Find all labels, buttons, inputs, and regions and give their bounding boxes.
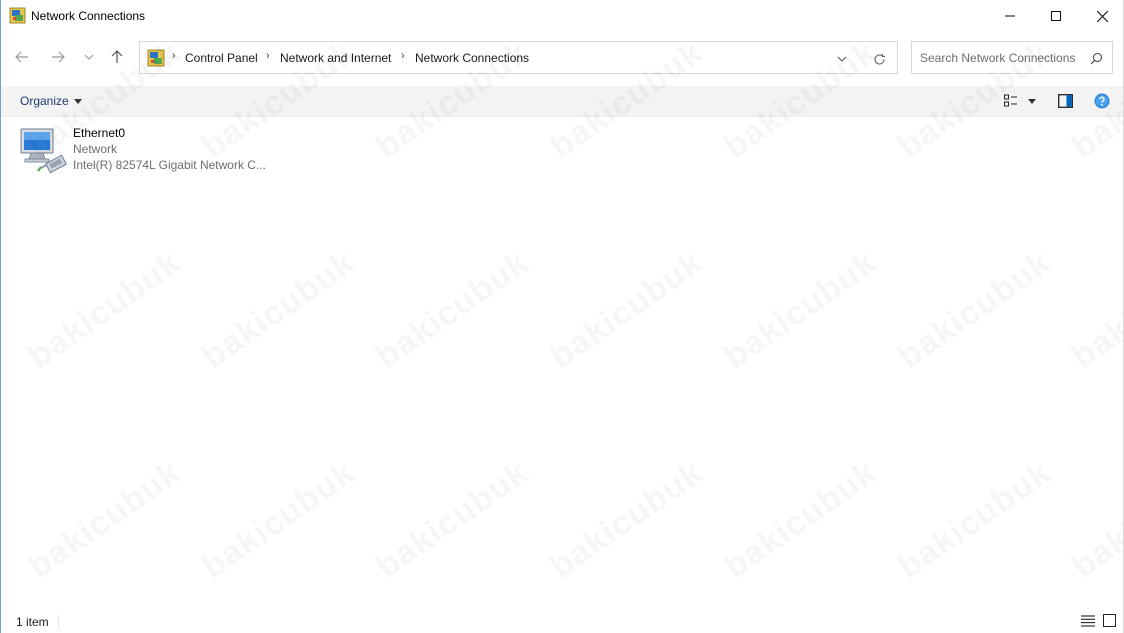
window-title: Network Connections xyxy=(31,9,146,23)
help-icon[interactable] xyxy=(1094,93,1110,109)
chevron-right-icon: › xyxy=(172,50,176,62)
chevron-down-icon xyxy=(837,56,847,62)
title-bar[interactable]: Network Connections xyxy=(1,0,1123,32)
maximize-icon xyxy=(1051,11,1061,21)
close-icon xyxy=(1096,10,1108,22)
search-box[interactable] xyxy=(911,41,1113,74)
command-bar: Organize xyxy=(1,86,1123,117)
organize-label: Organize xyxy=(20,94,69,108)
minimize-icon xyxy=(1005,15,1015,17)
arrow-right-icon xyxy=(52,51,65,63)
arrow-up-icon xyxy=(111,50,123,63)
item-device: Intel(R) 82574L Gigabit Network C... xyxy=(73,158,266,172)
recent-locations-button[interactable] xyxy=(78,46,100,68)
refresh-icon xyxy=(873,53,885,65)
address-bar[interactable]: › Control Panel › Network and Internet ›… xyxy=(139,41,898,74)
up-button[interactable] xyxy=(106,46,128,68)
status-bar: 1 item xyxy=(1,607,1123,633)
preview-pane-icon[interactable] xyxy=(1058,94,1073,108)
chevron-right-icon[interactable]: › xyxy=(266,50,270,62)
search-icon[interactable] xyxy=(1088,50,1104,66)
back-button[interactable] xyxy=(11,46,33,68)
item-status: Network xyxy=(73,142,118,156)
details-view-icon[interactable] xyxy=(1081,615,1095,627)
file-list: Ethernet0 Network Intel(R) 82574L Gigabi… xyxy=(1,117,1123,605)
ethernet-adapter-icon xyxy=(20,128,67,174)
breadcrumb-network-connections[interactable]: Network Connections xyxy=(415,51,529,65)
arrow-left-icon xyxy=(15,51,28,63)
search-input[interactable] xyxy=(912,42,1082,73)
chevron-right-icon[interactable]: › xyxy=(401,50,405,62)
network-connections-icon xyxy=(9,7,26,24)
control-panel-icon xyxy=(147,49,165,67)
navigation-bar: › Control Panel › Network and Internet ›… xyxy=(1,32,1123,84)
large-icons-view-icon[interactable] xyxy=(1103,614,1116,627)
caret-down-icon xyxy=(73,99,82,104)
address-history-button[interactable] xyxy=(833,50,851,68)
breadcrumb-control-panel[interactable]: Control Panel xyxy=(185,51,258,65)
breadcrumb-network-and-internet[interactable]: Network and Internet xyxy=(280,51,391,65)
chevron-down-icon xyxy=(84,54,94,60)
minimize-button[interactable] xyxy=(987,0,1033,32)
item-name: Ethernet0 xyxy=(73,126,126,140)
status-divider xyxy=(58,615,59,629)
list-item[interactable]: Ethernet0 Network Intel(R) 82574L Gigabi… xyxy=(17,123,277,181)
view-options-caret-icon[interactable] xyxy=(1028,99,1036,104)
maximize-button[interactable] xyxy=(1033,0,1079,32)
change-view-icon[interactable] xyxy=(1004,94,1018,108)
item-count: 1 item xyxy=(16,615,49,629)
refresh-button[interactable] xyxy=(870,50,888,68)
forward-button[interactable] xyxy=(47,46,69,68)
explorer-window: Network Connections › Control Panel › Ne… xyxy=(0,0,1124,633)
organize-button[interactable]: Organize xyxy=(20,94,82,108)
close-button[interactable] xyxy=(1079,0,1124,32)
